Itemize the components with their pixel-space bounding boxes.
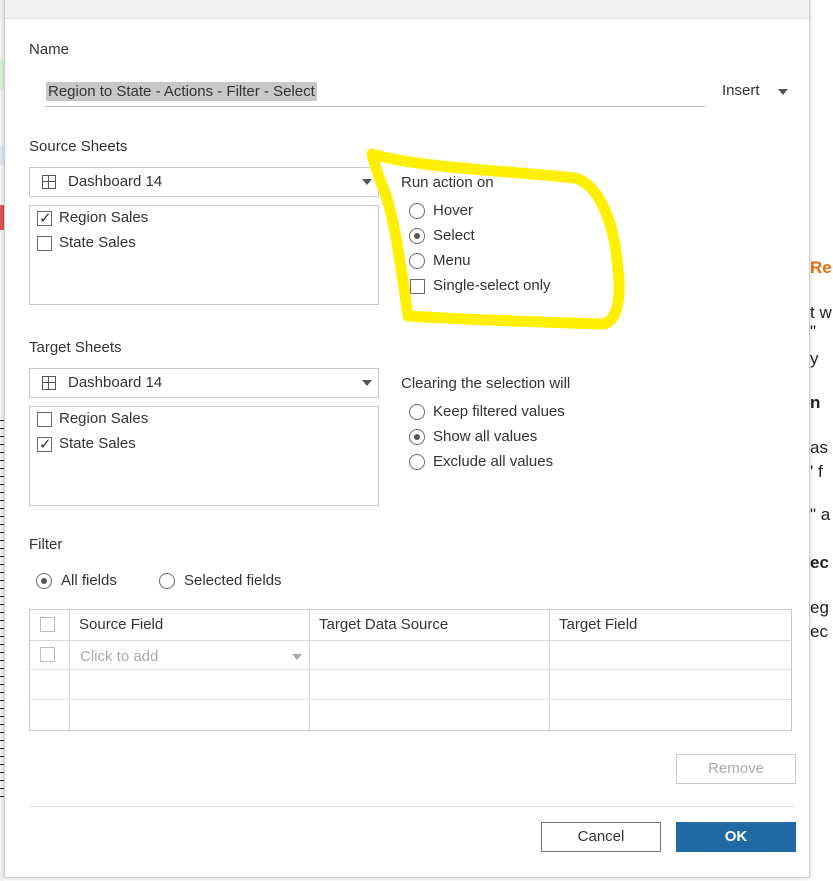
- source-state-sales-label: State Sales: [59, 234, 136, 251]
- ok-button[interactable]: OK: [676, 822, 796, 852]
- run-action-heading: Run action on: [401, 174, 494, 191]
- background-text: ec: [810, 553, 829, 572]
- exclude-all-radio[interactable]: [409, 454, 425, 470]
- all-fields-radio[interactable]: [36, 573, 52, 589]
- run-select-label: Select: [433, 227, 475, 244]
- name-label: Name: [29, 41, 70, 58]
- background-text: ' f: [810, 462, 823, 481]
- run-hover-label: Hover: [433, 202, 474, 219]
- insert-chevron-down-icon[interactable]: [778, 89, 788, 95]
- target-dashboard-value: Dashboard 14: [68, 374, 163, 391]
- target-region-sales-checkbox[interactable]: [37, 412, 52, 427]
- run-select-radio[interactable]: [409, 228, 425, 244]
- source-region-sales-checkbox[interactable]: [37, 209, 52, 227]
- source-dashboard-select[interactable]: Dashboard 14: [29, 167, 379, 197]
- target-sheets-heading: Target Sheets: [29, 339, 122, 356]
- filter-heading: Filter: [29, 536, 63, 553]
- target-dashboard-select[interactable]: Dashboard 14: [29, 368, 379, 398]
- run-menu-radio[interactable]: [409, 253, 425, 269]
- chevron-down-icon: [362, 380, 372, 386]
- column-label: Source Field: [79, 616, 164, 633]
- highlight-annotation: [366, 148, 625, 330]
- single-select-label: Single-select only: [433, 277, 551, 294]
- background-text: ": [810, 322, 817, 341]
- background-text: n: [810, 393, 821, 412]
- cancel-button[interactable]: Cancel: [541, 822, 661, 852]
- background-text: t w: [810, 303, 832, 322]
- selected-fields-label: Selected fields: [184, 572, 282, 589]
- clearing-heading: Clearing the selection will: [401, 375, 571, 392]
- source-region-sales-label: Region Sales: [59, 209, 149, 226]
- run-hover-radio[interactable]: [409, 203, 425, 219]
- select-all-checkbox[interactable]: [40, 617, 55, 632]
- exclude-all-label: Exclude all values: [433, 453, 554, 470]
- show-all-label: Show all values: [433, 428, 538, 445]
- filter-fields-table: Source Field Target Data Source Target F…: [29, 609, 792, 731]
- row-checkbox[interactable]: [40, 647, 55, 662]
- background-text: Re: [810, 258, 832, 277]
- background-text: eg: [810, 598, 829, 617]
- target-state-sales-checkbox[interactable]: [37, 435, 52, 453]
- remove-button[interactable]: Remove: [676, 754, 796, 784]
- background-document: Re t w " y n as ' f " a ec eg ec: [808, 0, 833, 881]
- action-name-input[interactable]: Region to State - Actions - Filter - Sel…: [45, 78, 705, 107]
- target-sheets-list: Region Sales State Sales: [29, 406, 379, 506]
- column-target-field[interactable]: Target Field: [550, 610, 791, 641]
- column-label: Target Field: [559, 616, 638, 633]
- single-select-checkbox[interactable]: [410, 279, 425, 294]
- background-text: y: [810, 349, 819, 368]
- chevron-down-icon[interactable]: [292, 654, 302, 660]
- all-fields-label: All fields: [61, 572, 117, 589]
- target-region-sales-label: Region Sales: [59, 410, 149, 427]
- column-source-field[interactable]: Source Field: [70, 610, 310, 641]
- background-text: ec: [810, 622, 828, 641]
- insert-button[interactable]: Insert: [722, 82, 760, 99]
- table-header-select: [30, 610, 70, 641]
- action-name-value: Region to State - Actions - Filter - Sel…: [46, 82, 317, 101]
- show-all-radio[interactable]: [409, 429, 425, 445]
- chevron-down-icon: [362, 179, 372, 185]
- target-state-sales-label: State Sales: [59, 435, 136, 452]
- source-state-sales-checkbox[interactable]: [37, 236, 52, 251]
- source-sheets-list: Region Sales State Sales: [29, 205, 379, 305]
- click-to-add-field[interactable]: Click to add: [80, 648, 158, 665]
- keep-filtered-radio[interactable]: [409, 404, 425, 420]
- source-sheets-heading: Source Sheets: [29, 138, 128, 155]
- insert-label: Insert: [722, 82, 760, 99]
- background-text: as: [810, 438, 828, 457]
- dashboard-grid-icon: [42, 376, 56, 390]
- footer-divider: [29, 806, 795, 807]
- selected-fields-radio[interactable]: [159, 573, 175, 589]
- keep-filtered-label: Keep filtered values: [433, 403, 565, 420]
- column-label: Target Data Source: [319, 616, 449, 633]
- background-text: " a: [810, 505, 831, 524]
- dialog-title-bar[interactable]: [5, 0, 809, 19]
- run-menu-label: Menu: [433, 252, 471, 269]
- column-target-data-source[interactable]: Target Data Source: [310, 610, 550, 641]
- source-dashboard-value: Dashboard 14: [68, 173, 163, 190]
- action-dialog: Name Region to State - Actions - Filter …: [4, 0, 810, 878]
- dashboard-grid-icon: [42, 175, 56, 189]
